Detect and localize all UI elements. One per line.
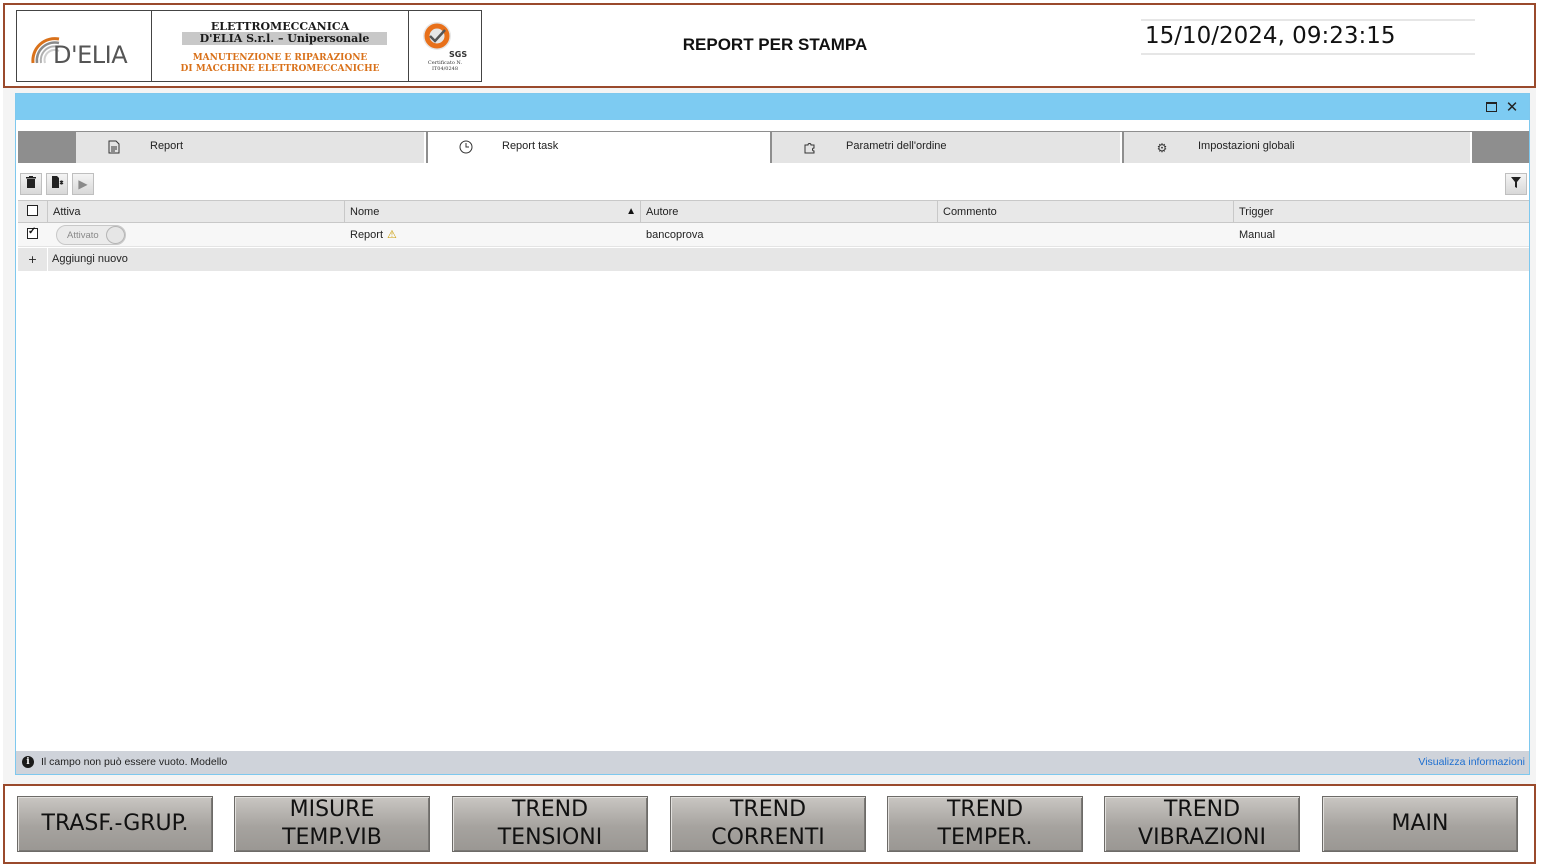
tab-strip: Report Report task Parametri dell'ordine… [18, 131, 1529, 163]
nav-button-label: TREND [1163, 797, 1241, 822]
company-line-3: MANUTENZIONE E RIPARAZIONE [192, 53, 368, 63]
tab-order-parameters[interactable]: Parametri dell'ordine [772, 132, 1122, 163]
row-checkbox[interactable] [27, 226, 38, 239]
select-all-cell [18, 201, 48, 223]
delete-button[interactable] [20, 173, 42, 195]
maximize-icon[interactable] [1483, 99, 1499, 115]
nav-button-trasf-grup[interactable]: TRASF.-GRUP. [17, 796, 213, 852]
datetime-display: 15/10/2024, 09:23:15 [1141, 19, 1475, 55]
datetime-text: 15/10/2024, 09:23:15 [1145, 23, 1396, 49]
grid-header: Attiva Nome ▲ Autore Commento Trigger [18, 200, 1529, 223]
nav-button-label: TREND [729, 797, 807, 822]
certification-block: SGS Certificato N. IT04/0248 [409, 11, 481, 81]
select-all-checkbox[interactable] [27, 205, 38, 216]
column-header-nome[interactable]: Nome ▲ [345, 201, 641, 223]
row-name-cell[interactable]: Report ⚠ [345, 223, 641, 247]
column-header-trigger[interactable]: Trigger [1234, 201, 1529, 223]
nav-button-trend-temper[interactable]: TREND TEMPER. [887, 796, 1083, 852]
info-icon: i [22, 756, 34, 768]
row-comment-cell[interactable] [938, 223, 1234, 247]
svg-text:SGS: SGS [449, 50, 467, 59]
status-message: Il campo non può essere vuoto. Modello [41, 756, 228, 768]
nav-button-label: CORRENTI [711, 825, 825, 850]
nav-button-label: MISURE [289, 797, 375, 822]
company-name-block: ELETTROMECCANICA D'ELIA S.r.l. – Unipers… [152, 11, 409, 81]
add-new-label[interactable]: Aggiungi nuovo [52, 248, 128, 271]
puzzle-icon [802, 140, 818, 156]
grid-toolbar: ▶ [18, 171, 1529, 195]
nav-button-main[interactable]: MAIN [1322, 796, 1518, 852]
nav-button-label: TEMP.VIB [282, 825, 382, 850]
tab-label: Impostazioni globali [1198, 140, 1295, 152]
delia-brand-text: D'ELIA [53, 41, 128, 69]
nav-button-trend-tensioni[interactable]: TREND TENSIONI [452, 796, 648, 852]
status-bar: i Il campo non può essere vuoto. Modello… [16, 751, 1529, 774]
nav-button-label: TREND [511, 797, 589, 822]
table-row[interactable]: Attivato Report⚠ bancoprova Manual [18, 223, 1529, 247]
gear-icon: ⚙ [1156, 141, 1168, 155]
navigation-bar: TRASF.-GRUP. MISURE TEMP.VIB TREND TENSI… [3, 784, 1536, 864]
clock-icon [458, 140, 474, 156]
tab-report-task[interactable]: Report task [428, 132, 770, 163]
nav-button-label: TENSIONI [497, 825, 603, 850]
row-author-cell[interactable]: bancoprova [641, 223, 938, 247]
toggle-knob [106, 226, 125, 244]
header-bar: D'ELIA ELETTROMECCANICA D'ELIA S.r.l. – … [3, 3, 1536, 88]
document-icon [106, 140, 122, 156]
tab-report[interactable]: Report [76, 132, 426, 163]
nav-button-label: VIBRAZIONI [1138, 825, 1266, 850]
warning-icon: ⚠ [387, 229, 397, 241]
company-logo-panel: D'ELIA ELETTROMECCANICA D'ELIA S.r.l. – … [16, 10, 482, 82]
row-select-cell [18, 223, 48, 247]
certificate-number: Certificato N. IT04/0248 [409, 60, 481, 72]
row-trigger-cell[interactable]: Manual [1234, 223, 1529, 247]
company-line-4: DI MACCHINE ELETTROMECCANICHE [180, 64, 380, 74]
show-info-link[interactable]: Visualizza informazioni [1418, 751, 1525, 774]
tab-global-settings[interactable]: ⚙ Impostazioni globali [1124, 132, 1472, 163]
window-titlebar: ✕ [16, 94, 1529, 120]
close-icon[interactable]: ✕ [1504, 99, 1520, 115]
trash-icon [26, 176, 36, 188]
row-active-cell: Attivato [48, 223, 345, 247]
nav-button-label: TEMPER. [937, 825, 1033, 850]
add-new-row[interactable]: + Aggiungi nuovo [18, 248, 1529, 271]
nav-button-label: TREND [946, 797, 1024, 822]
new-document-icon [51, 176, 63, 188]
active-toggle[interactable]: Attivato [56, 225, 126, 245]
page-title: REPORT PER STAMPA [682, 35, 868, 54]
nav-button-trend-vibrazioni[interactable]: TREND VIBRAZIONI [1104, 796, 1300, 852]
cert-line-2: IT04/0248 [431, 66, 459, 72]
nav-button-misure-temp-vib[interactable]: MISURE TEMP.VIB [234, 796, 430, 852]
nav-button-label: MAIN [1391, 811, 1449, 836]
run-task-button[interactable]: ▶ [72, 173, 94, 195]
tab-label: Report task [502, 140, 559, 152]
row-name-text: Report [350, 229, 384, 241]
tab-label: Report [150, 140, 184, 152]
sgs-certification-icon: SGS [423, 22, 467, 59]
filter-icon [1511, 177, 1521, 188]
tab-label: Parametri dell'ordine [846, 140, 947, 152]
column-header-attiva[interactable]: Attiva [48, 201, 345, 223]
column-header-nome-label: Nome [350, 206, 380, 218]
toggle-label: Attivato [67, 230, 99, 241]
add-icon[interactable]: + [18, 248, 48, 271]
column-header-autore[interactable]: Autore [641, 201, 938, 223]
new-task-button[interactable] [46, 173, 68, 195]
nav-button-trend-correnti[interactable]: TREND CORRENTI [670, 796, 866, 852]
company-line-2: D'ELIA S.r.l. – Unipersonale [182, 32, 387, 45]
play-icon: ▶ [78, 177, 88, 191]
filter-button[interactable] [1505, 173, 1527, 195]
report-control-window: ✕ Report Report task Parametri dell'ordi… [15, 93, 1530, 775]
column-header-commento[interactable]: Commento [938, 201, 1234, 223]
sort-ascending-icon: ▲ [626, 206, 636, 217]
nav-button-label: TRASF.-GRUP. [41, 811, 189, 836]
delia-logo: D'ELIA [17, 11, 152, 81]
